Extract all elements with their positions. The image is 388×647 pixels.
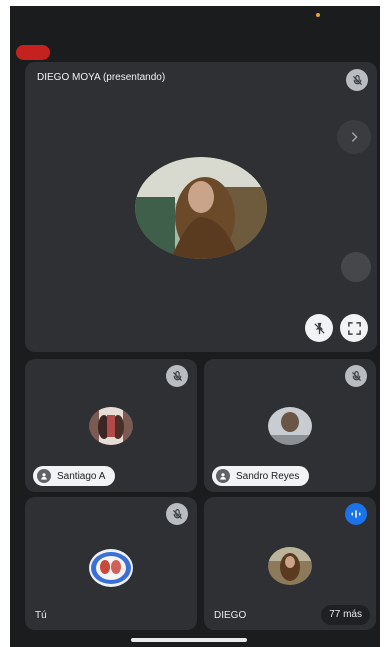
audio-wave-icon: [345, 503, 367, 525]
mic-off-icon: [345, 365, 367, 387]
home-indicator[interactable]: [131, 638, 247, 642]
participant-tile[interactable]: Santiago A: [25, 359, 197, 492]
participant-tile[interactable]: Sandro Reyes: [204, 359, 376, 492]
self-avatar: [89, 549, 133, 587]
avatar: [268, 407, 312, 445]
self-label: Tú: [35, 610, 47, 621]
presenter-avatar: [135, 157, 267, 259]
mic-off-icon: [346, 69, 368, 91]
meeting-screen: DIEGO MOYA (presentando) Santiago A Sand…: [10, 6, 380, 647]
participant-name: Sandro Reyes: [236, 470, 300, 482]
fullscreen-button[interactable]: [340, 314, 368, 342]
participant-tile[interactable]: DIEGO 77 más: [204, 497, 376, 630]
pin-icon: [313, 322, 325, 334]
presenter-tile[interactable]: DIEGO MOYA (presentando): [25, 62, 377, 352]
avatar: [268, 547, 312, 585]
status-indicator: [316, 13, 320, 17]
mic-off-icon: [166, 503, 188, 525]
chevron-right-icon: [351, 132, 358, 142]
participant-name-pill: Sandro Reyes: [212, 466, 310, 486]
self-tile[interactable]: Tú: [25, 497, 197, 630]
participant-name-pill: Santiago A: [33, 466, 116, 486]
floating-control[interactable]: [341, 252, 371, 282]
person-icon: [216, 469, 230, 483]
live-badge: [16, 45, 50, 60]
participant-name: DIEGO: [214, 610, 247, 621]
next-page-button[interactable]: [337, 120, 371, 154]
participant-name: Santiago A: [57, 470, 106, 482]
fullscreen-icon: [347, 321, 361, 335]
pin-button[interactable]: [305, 314, 333, 342]
more-participants-button[interactable]: 77 más: [321, 605, 370, 625]
presenter-name: DIEGO MOYA (presentando): [37, 72, 166, 83]
avatar: [89, 407, 133, 445]
person-icon: [37, 469, 51, 483]
mic-off-icon: [166, 365, 188, 387]
